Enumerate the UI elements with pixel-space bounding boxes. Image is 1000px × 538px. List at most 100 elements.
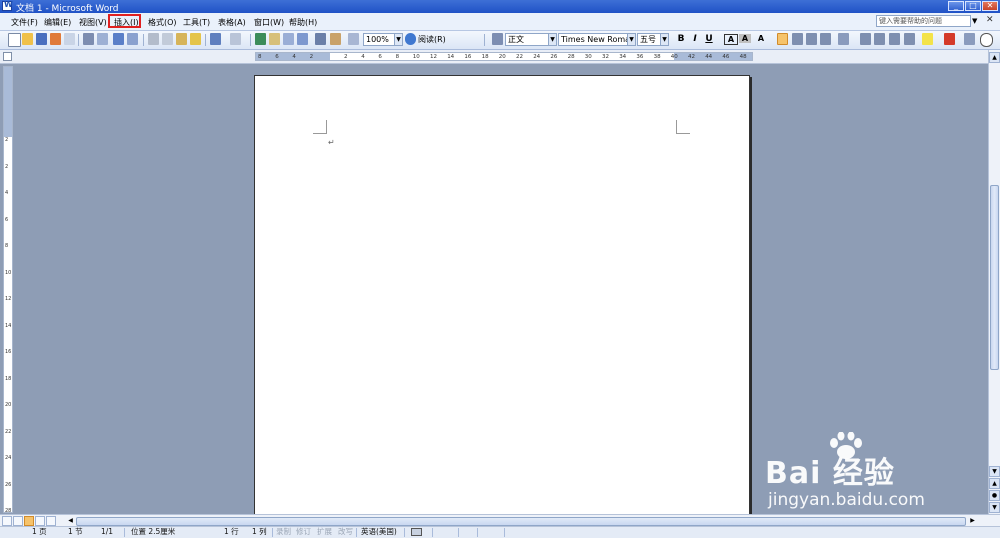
hyperlink-icon[interactable]	[255, 33, 266, 45]
zoom-dropdown-arrow[interactable]: ▼	[394, 33, 403, 46]
bullets-icon[interactable]	[874, 33, 885, 45]
scroll-down-button[interactable]: ▼	[989, 466, 1000, 477]
scroll-right-button[interactable]: ▶	[968, 516, 977, 526]
vertical-scroll-thumb[interactable]	[990, 185, 999, 370]
document-close-icon[interactable]: ✕	[986, 15, 994, 25]
ruler-tick-label: 28	[567, 54, 575, 60]
menu-tools[interactable]: 工具(T)	[183, 17, 210, 28]
menu-format[interactable]: 格式(O)	[148, 17, 177, 28]
columns-icon[interactable]	[315, 33, 326, 45]
status-position: 位置 2.5厘米	[131, 527, 176, 536]
zoom-combo[interactable]: 100%	[363, 33, 395, 46]
scroll-left-button[interactable]: ◀	[66, 516, 75, 526]
tables-borders-icon[interactable]	[269, 33, 280, 45]
line-spacing-icon[interactable]	[838, 33, 849, 45]
font-size-combo[interactable]: 五号	[637, 33, 661, 46]
enclose-characters-icon[interactable]	[980, 33, 993, 47]
decrease-indent-icon[interactable]	[889, 33, 900, 45]
minimize-button[interactable]: _	[948, 1, 964, 11]
ruler-ticks: 8 6 4 2 2 4 6 8 10 12 14 16 18 20 22 24 26 28 30 32 34 36 38 40…	[256, 53, 752, 60]
spelling-icon[interactable]	[113, 33, 124, 45]
font-dropdown-arrow[interactable]: ▼	[627, 33, 636, 46]
new-document-icon[interactable]	[8, 33, 21, 47]
status-track-changes[interactable]: 修订	[296, 527, 311, 537]
insert-excel-icon[interactable]	[297, 33, 308, 45]
next-page-button[interactable]: ▼	[989, 502, 1000, 513]
justify-icon[interactable]	[820, 33, 831, 45]
insert-table-icon[interactable]	[283, 33, 294, 45]
styles-formatting-icon[interactable]	[492, 33, 503, 45]
word-app-icon[interactable]	[2, 0, 13, 11]
reading-mode-button[interactable]: 阅读(R)	[418, 34, 446, 45]
close-button[interactable]: ✕	[982, 1, 998, 11]
increase-indent-icon[interactable]	[904, 33, 915, 45]
align-center-icon[interactable]	[792, 33, 803, 45]
align-right-icon[interactable]	[806, 33, 817, 45]
maximize-button[interactable]: □	[965, 1, 981, 11]
font-combo[interactable]: Times New Roman	[558, 33, 628, 46]
print-preview-icon[interactable]	[97, 33, 108, 45]
open-folder-icon[interactable]	[22, 33, 33, 45]
drawing-icon[interactable]	[330, 33, 341, 45]
tab-selector[interactable]	[3, 52, 12, 61]
bold-button[interactable]: B	[675, 34, 687, 44]
underline-button[interactable]: U	[703, 34, 715, 44]
undo-icon[interactable]	[210, 33, 221, 45]
help-dropdown-arrow[interactable]: ▼	[972, 17, 977, 25]
save-icon[interactable]	[36, 33, 47, 45]
ruler-tick-label: 2	[344, 54, 348, 60]
menu-help[interactable]: 帮助(H)	[289, 17, 317, 28]
highlight-icon[interactable]	[922, 33, 933, 45]
outline-view-button[interactable]	[35, 516, 45, 526]
menu-view[interactable]: 视图(V)	[79, 17, 107, 28]
normal-view-button[interactable]	[2, 516, 12, 526]
style-dropdown-arrow[interactable]: ▼	[548, 33, 557, 46]
character-border-button[interactable]: A	[724, 34, 738, 45]
status-record[interactable]: 录制	[276, 527, 291, 537]
vertical-ruler-tick-label: 16	[5, 349, 12, 355]
web-view-button[interactable]	[13, 516, 23, 526]
doc-map-icon[interactable]	[348, 33, 359, 45]
print-layout-view-button[interactable]	[24, 516, 34, 526]
menu-window[interactable]: 窗口(W)	[254, 17, 284, 28]
horizontal-ruler[interactable]: 8 6 4 2 2 4 6 8 10 12 14 16 18 20 22 24 26 28 30 32 34 36 38 40…	[255, 52, 753, 61]
reading-view-button[interactable]	[46, 516, 56, 526]
style-combo[interactable]: 正文	[505, 33, 549, 46]
menu-edit[interactable]: 编辑(E)	[44, 17, 71, 28]
italic-button[interactable]: I	[689, 34, 701, 44]
phonetic-guide-icon[interactable]	[964, 33, 975, 45]
status-overtype[interactable]: 改写	[338, 527, 353, 537]
select-browse-object-button[interactable]: ●	[989, 490, 1000, 501]
toolbar-separator	[250, 34, 251, 46]
help-icon[interactable]	[405, 33, 416, 45]
scroll-up-button[interactable]: ▲	[989, 52, 1000, 63]
print-icon[interactable]	[83, 33, 94, 45]
font-size-dropdown-arrow[interactable]: ▼	[660, 33, 669, 46]
character-shading-button[interactable]: A	[739, 34, 751, 43]
menu-file[interactable]: 文件(F)	[11, 17, 38, 28]
menu-table[interactable]: 表格(A)	[218, 17, 246, 28]
numbering-icon[interactable]	[860, 33, 871, 45]
character-scale-button[interactable]: A	[755, 34, 767, 43]
previous-page-button[interactable]: ▲	[989, 478, 1000, 489]
horizontal-scroll-track[interactable]: ◀ ▶	[66, 516, 977, 526]
vertical-scrollbar[interactable]: ▲ ▼ ▲ ● ▼	[988, 50, 1000, 515]
permission-icon[interactable]	[50, 33, 61, 45]
cut-icon[interactable]	[148, 33, 159, 45]
vertical-ruler[interactable]: 2 2 4 6 8 10 12 14 16 18 20 22 24 26 28	[3, 66, 13, 513]
paste-icon[interactable]	[176, 33, 187, 45]
copy-icon[interactable]	[162, 33, 173, 45]
help-question-input[interactable]: 键入需要帮助的问题	[876, 15, 971, 27]
align-left-icon[interactable]	[777, 33, 788, 45]
status-extend[interactable]: 扩展	[317, 527, 332, 537]
redo-icon[interactable]	[230, 33, 241, 45]
toolbar-separator	[78, 34, 79, 46]
horizontal-scroll-thumb[interactable]	[76, 517, 966, 526]
email-icon[interactable]	[64, 33, 75, 45]
format-painter-icon[interactable]	[190, 33, 201, 45]
spelling-status-icon[interactable]	[411, 528, 422, 536]
font-color-icon[interactable]	[944, 33, 955, 45]
menu-bar: 文件(F) 编辑(E) 视图(V) 插入(I) 格式(O) 工具(T) 表格(A…	[0, 13, 1000, 31]
research-icon[interactable]	[127, 33, 138, 45]
status-language[interactable]: 英语(美国)	[361, 527, 397, 537]
